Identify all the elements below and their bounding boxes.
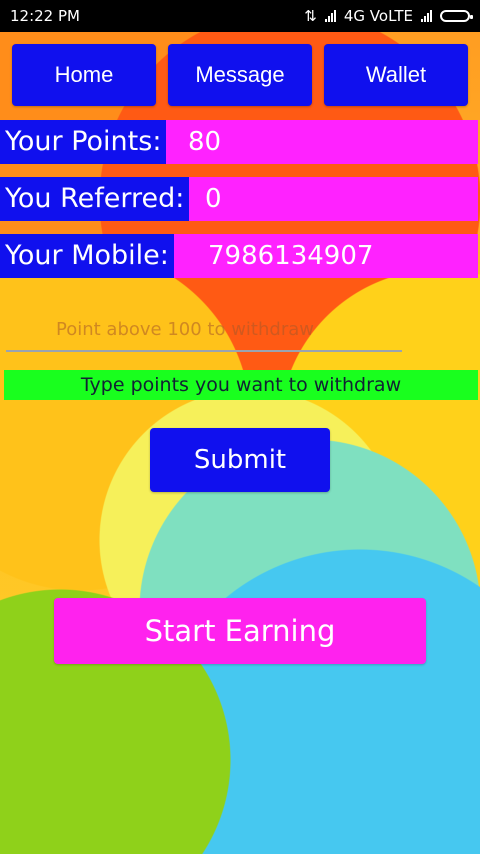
withdraw-hint-text: Type points you want to withdraw (4, 370, 478, 400)
battery-icon (440, 10, 473, 22)
points-row: Your Points: 80 (0, 120, 478, 164)
wallet-button[interactable]: Wallet (324, 44, 468, 106)
points-value: 80 (188, 127, 222, 157)
status-bar: 12:22 PM ⇅ 4G VoLTE (0, 0, 480, 32)
status-time: 12:22 PM (10, 7, 80, 25)
mobile-row: Your Mobile: 7986134907 (0, 234, 478, 278)
home-button[interactable]: Home (12, 44, 156, 106)
start-earning-button[interactable]: Start Earning (54, 598, 426, 664)
referred-row: You Referred: 0 (0, 177, 478, 221)
submit-button[interactable]: Submit (150, 428, 330, 492)
withdraw-points-input[interactable] (6, 308, 402, 352)
signal-icon (324, 10, 336, 22)
referred-value: 0 (205, 184, 222, 214)
network-type-label: 4G VoLTE (343, 7, 413, 25)
mobile-value: 7986134907 (208, 241, 374, 271)
data-arrows-icon: ⇅ (304, 7, 317, 25)
referred-label: You Referred: (0, 177, 190, 221)
signal-icon-2 (421, 10, 432, 22)
message-button[interactable]: Message (168, 44, 312, 106)
mobile-label: Your Mobile: (0, 234, 174, 278)
points-label: Your Points: (0, 120, 167, 164)
